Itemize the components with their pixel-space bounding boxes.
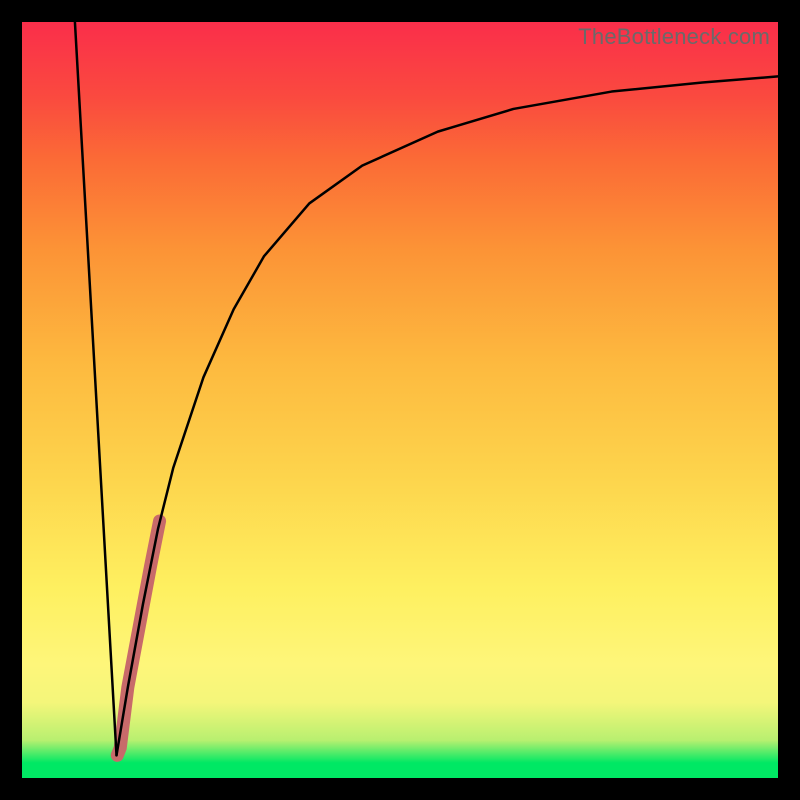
- chart-frame: TheBottleneck.com: [0, 0, 800, 800]
- series-right-curve: [117, 76, 779, 755]
- series-group: [75, 22, 778, 755]
- plot-area: TheBottleneck.com: [22, 22, 778, 778]
- chart-svg: [22, 22, 778, 778]
- series-left-falling-line: [75, 22, 117, 755]
